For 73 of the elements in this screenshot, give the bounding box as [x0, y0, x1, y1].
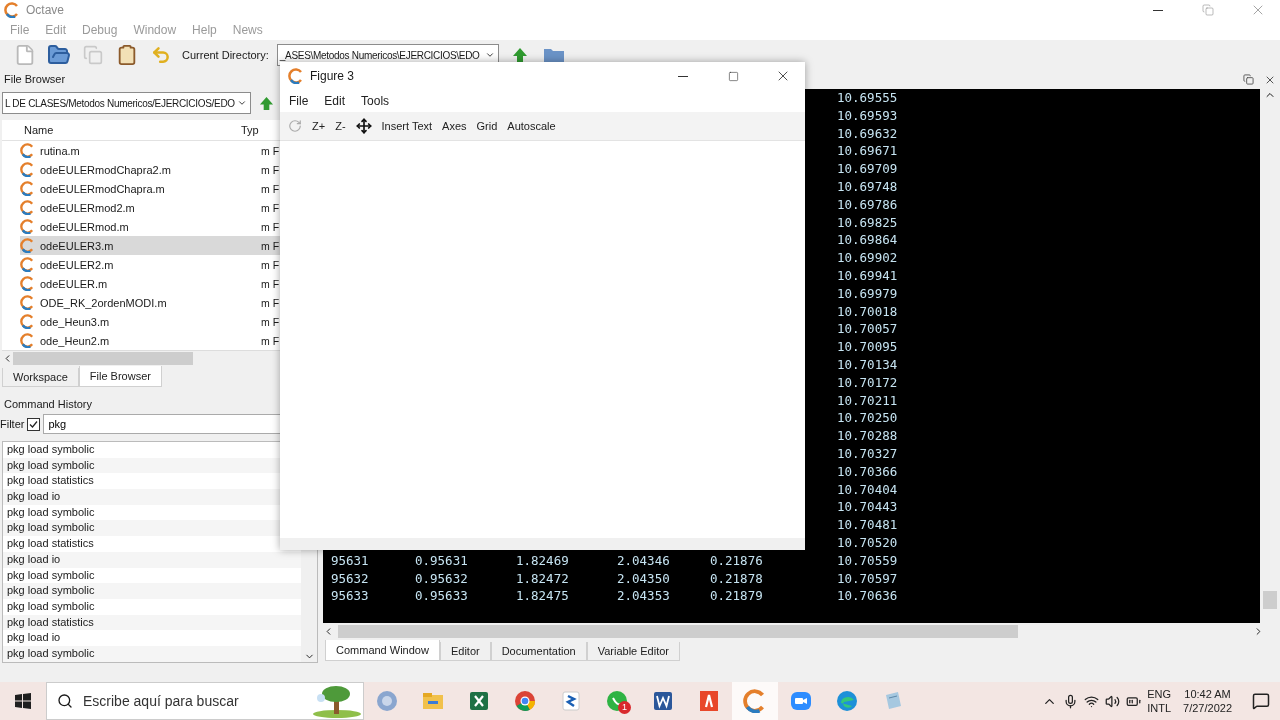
output-value: 10.70366 [837, 462, 899, 481]
output-value: 10.70636 [837, 587, 899, 606]
file-type: m F [261, 296, 280, 309]
output-value: 95633 [331, 587, 370, 606]
output-value: 0.21876 [710, 551, 764, 570]
output-value: 2.04350 [617, 569, 671, 588]
file-type: m F [261, 163, 280, 176]
output-value: 10.70597 [837, 569, 899, 588]
file-name: odeEULER.m [40, 277, 108, 290]
output-value: 10.69593 [837, 106, 899, 125]
file-name: rutina.m [40, 144, 80, 157]
output-value: 10.70211 [837, 391, 899, 410]
output-value: 10.70520 [837, 533, 899, 552]
output-value: 1.82472 [516, 569, 570, 588]
output-value: 10.69671 [837, 142, 899, 161]
output-value: 10.70288 [837, 427, 899, 445]
file-type: m F [261, 201, 280, 214]
panel-title: Command History [3, 397, 94, 412]
file-name: odeEULERmod2.m [40, 201, 135, 214]
output-value: 10.69979 [837, 284, 899, 303]
figure-title: Figure 3 [310, 69, 356, 83]
file-name: odeEULERmodChapra.m [40, 182, 165, 195]
output-value: 10.70481 [837, 516, 899, 534]
file-type: m F [261, 258, 280, 271]
output-value: 10.69748 [837, 178, 899, 196]
output-value: 0.95631 [415, 551, 469, 570]
output-value: 10.70095 [837, 338, 899, 356]
output-value: 10.70057 [837, 320, 899, 339]
output-value: 0.21878 [710, 569, 764, 588]
output-value: 10.70327 [837, 444, 899, 463]
file-type: m F [261, 315, 280, 328]
file-name: ODE_RK_2ordenMODI.m [40, 296, 167, 309]
output-value: 95632 [331, 569, 370, 588]
file-type: m F [261, 182, 280, 195]
output-value: 10.70134 [837, 355, 899, 374]
output-value: 1.82469 [516, 551, 570, 570]
output-value: 10.70559 [837, 551, 899, 570]
output-value: 10.70172 [837, 373, 899, 392]
file-type: m F [261, 334, 280, 347]
file-type: m F [261, 220, 280, 233]
file-name: odeEULERmodChapra2.m [40, 163, 171, 176]
file-name: odeEULER2.m [40, 258, 114, 271]
output-value: 10.69864 [837, 231, 899, 250]
filter-label: Filter [0, 418, 25, 430]
output-value: 10.69786 [837, 195, 899, 214]
output-value: 10.70404 [837, 480, 899, 499]
output-value: 2.04346 [617, 551, 671, 570]
panel-title: File Browser [3, 72, 67, 87]
output-value: 10.69632 [837, 124, 899, 143]
window-title: Octave [26, 3, 65, 17]
file-name: ode_Heun2.m [40, 334, 110, 347]
output-value: 10.70443 [837, 498, 899, 517]
output-value: 10.69941 [837, 266, 899, 285]
output-value: 10.70250 [837, 409, 899, 428]
output-value: 10.69709 [837, 160, 899, 178]
output-value: 0.21879 [710, 587, 764, 606]
file-type: m F [261, 144, 280, 157]
output-value: 1.82475 [516, 587, 570, 606]
output-value: 0.95632 [415, 569, 469, 588]
file-type: m F [261, 277, 280, 290]
output-value: 95631 [331, 551, 370, 570]
file-name: ode_Heun3.m [40, 315, 110, 328]
output-value: 10.70018 [837, 302, 899, 321]
directory-label: Current Directory: [182, 49, 269, 61]
output-value: 10.69555 [837, 89, 899, 107]
output-value: 0.95633 [415, 587, 469, 606]
output-value: 2.04353 [617, 587, 671, 606]
file-name: odeEULER3.m [40, 239, 114, 252]
file-type: m F [261, 239, 280, 252]
notification-badge: 1 [618, 701, 631, 714]
output-value: 10.69902 [837, 249, 899, 267]
output-value: 10.69825 [837, 213, 899, 232]
file-name: odeEULERmod.m [40, 220, 129, 233]
